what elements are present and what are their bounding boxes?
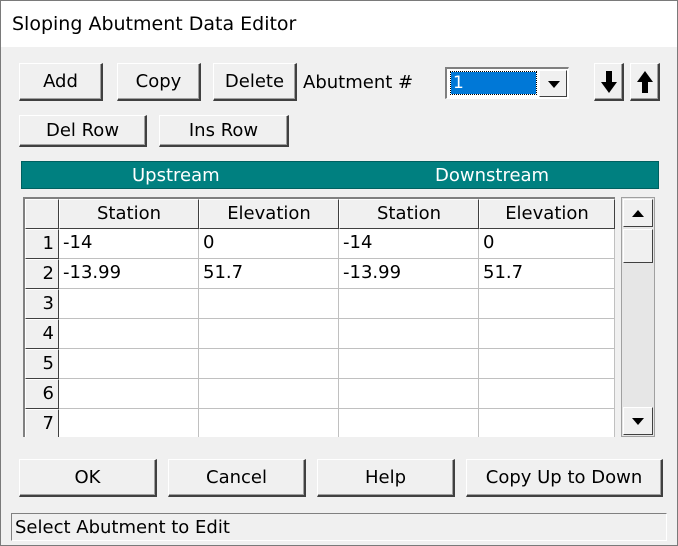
table-cell[interactable] — [479, 379, 615, 409]
status-text: Select Abutment to Edit — [15, 517, 230, 538]
row-header[interactable]: 4 — [25, 319, 59, 349]
row-header[interactable]: 1 — [25, 229, 59, 259]
table-cell[interactable] — [339, 409, 479, 437]
abutment-number-label: Abutment # — [303, 72, 414, 93]
ok-button[interactable]: OK — [19, 459, 157, 497]
column-header-station-up[interactable]: Station — [59, 199, 199, 229]
table-cell[interactable] — [199, 319, 339, 349]
title-bar: Sloping Abutment Data Editor — [1, 1, 677, 47]
dialog-window: Sloping Abutment Data Editor Add Copy De… — [0, 0, 678, 546]
table-cell[interactable] — [59, 349, 199, 379]
help-button[interactable]: Help — [317, 459, 455, 497]
table-cell[interactable]: -13.99 — [339, 259, 479, 289]
table-cell[interactable] — [59, 289, 199, 319]
table-cell[interactable]: -13.99 — [59, 259, 199, 289]
table-cell[interactable]: 0 — [199, 229, 339, 259]
table-cell[interactable]: 0 — [479, 229, 615, 259]
arrow-down-icon — [600, 70, 617, 93]
downstream-header: Downstream — [435, 165, 550, 186]
del-row-button[interactable]: Del Row — [19, 115, 147, 147]
window-title: Sloping Abutment Data Editor — [12, 13, 297, 35]
column-header-elevation-down[interactable]: Elevation — [479, 199, 615, 229]
table-cell[interactable] — [479, 319, 615, 349]
add-button[interactable]: Add — [19, 63, 103, 101]
table-cell[interactable] — [199, 379, 339, 409]
arrow-up-icon — [636, 70, 653, 93]
row-header[interactable]: 3 — [25, 289, 59, 319]
table-cell[interactable] — [339, 319, 479, 349]
scroll-up-button[interactable] — [623, 199, 653, 227]
abutment-select[interactable]: 1 — [445, 67, 569, 99]
table-cell[interactable] — [59, 319, 199, 349]
table-cell[interactable] — [479, 289, 615, 319]
table-cell[interactable]: 51.7 — [479, 259, 615, 289]
table-cell[interactable] — [479, 409, 615, 437]
abutment-select-value: 1 — [450, 71, 537, 95]
copy-button[interactable]: Copy — [117, 63, 201, 101]
table-cell[interactable] — [339, 379, 479, 409]
table-cell[interactable] — [59, 409, 199, 437]
row-header[interactable]: 2 — [25, 259, 59, 289]
dropdown-button[interactable] — [539, 70, 567, 97]
triangle-down-icon — [632, 418, 644, 425]
move-up-button[interactable] — [630, 63, 660, 101]
column-header-station-down[interactable]: Station — [339, 199, 479, 229]
grid-scrollbar[interactable] — [621, 197, 655, 437]
ins-row-button[interactable]: Ins Row — [159, 115, 289, 147]
column-header-elevation-up[interactable]: Elevation — [199, 199, 339, 229]
table-cell[interactable] — [479, 349, 615, 379]
table-cell[interactable] — [199, 409, 339, 437]
chevron-down-icon — [548, 81, 560, 88]
table-cell[interactable] — [199, 349, 339, 379]
table-cell[interactable] — [59, 379, 199, 409]
table-cell[interactable]: 51.7 — [199, 259, 339, 289]
upstream-header: Upstream — [132, 165, 220, 186]
table-cell[interactable] — [339, 349, 479, 379]
copy-up-to-down-button[interactable]: Copy Up to Down — [466, 459, 663, 497]
table-cell[interactable] — [199, 289, 339, 319]
row-header[interactable]: 6 — [25, 379, 59, 409]
delete-button[interactable]: Delete — [213, 63, 297, 101]
status-bar: Select Abutment to Edit — [11, 513, 667, 541]
triangle-up-icon — [632, 210, 644, 217]
grid-corner — [25, 199, 59, 229]
table-cell[interactable]: -14 — [59, 229, 199, 259]
scroll-thumb[interactable] — [623, 229, 653, 263]
move-down-button[interactable] — [594, 63, 624, 101]
table-cell[interactable] — [339, 289, 479, 319]
row-header[interactable]: 5 — [25, 349, 59, 379]
table-cell[interactable]: -14 — [339, 229, 479, 259]
row-header[interactable]: 7 — [25, 409, 59, 437]
section-header-band: Upstream Downstream — [21, 161, 659, 189]
cancel-button[interactable]: Cancel — [168, 459, 306, 497]
abutment-data-grid: Station Elevation Station Elevation 1 -1… — [23, 197, 615, 437]
scroll-down-button[interactable] — [623, 407, 653, 435]
